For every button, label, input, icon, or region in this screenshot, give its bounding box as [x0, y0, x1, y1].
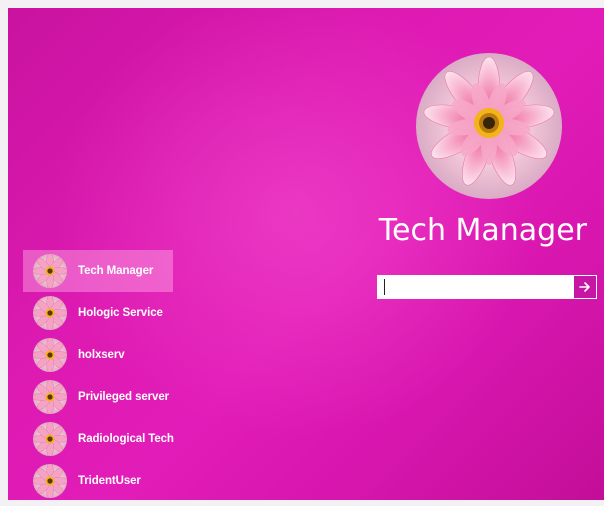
password-input[interactable] [377, 275, 573, 299]
flower-avatar-icon [33, 422, 67, 456]
user-item-tech-manager[interactable]: Tech Manager [23, 250, 173, 292]
arrow-right-icon [579, 282, 590, 292]
user-item-tridentuser[interactable]: TridentUser [23, 460, 183, 500]
selected-user-name: Tech Manager [378, 213, 587, 248]
user-list: Tech Manager Hologic Service holxserv Pr… [23, 250, 183, 500]
flower-avatar-icon [33, 254, 67, 288]
flower-avatar-icon [33, 464, 67, 498]
user-item-hologic-service[interactable]: Hologic Service [23, 292, 183, 334]
password-box [377, 275, 597, 299]
user-item-holxserv[interactable]: holxserv [23, 334, 183, 376]
user-item-label: Radiological Tech [78, 433, 174, 445]
submit-button[interactable] [573, 275, 597, 299]
user-item-label: TridentUser [78, 475, 141, 487]
flower-avatar-icon [33, 296, 67, 330]
user-item-radiological-tech[interactable]: Radiological Tech [23, 418, 183, 460]
flower-avatar-icon [33, 338, 67, 372]
user-avatar-large [416, 53, 562, 199]
user-item-label: Privileged server [78, 391, 169, 403]
login-screen: Tech Manager Tech Manager Hologic Servic… [8, 8, 604, 500]
user-item-label: Tech Manager [78, 265, 154, 277]
text-caret [384, 279, 385, 295]
user-item-label: Hologic Service [78, 307, 163, 319]
user-item-label: holxserv [78, 349, 125, 361]
user-item-privileged-server[interactable]: Privileged server [23, 376, 183, 418]
flower-avatar-icon [33, 380, 67, 414]
flower-avatar-icon [423, 56, 555, 186]
